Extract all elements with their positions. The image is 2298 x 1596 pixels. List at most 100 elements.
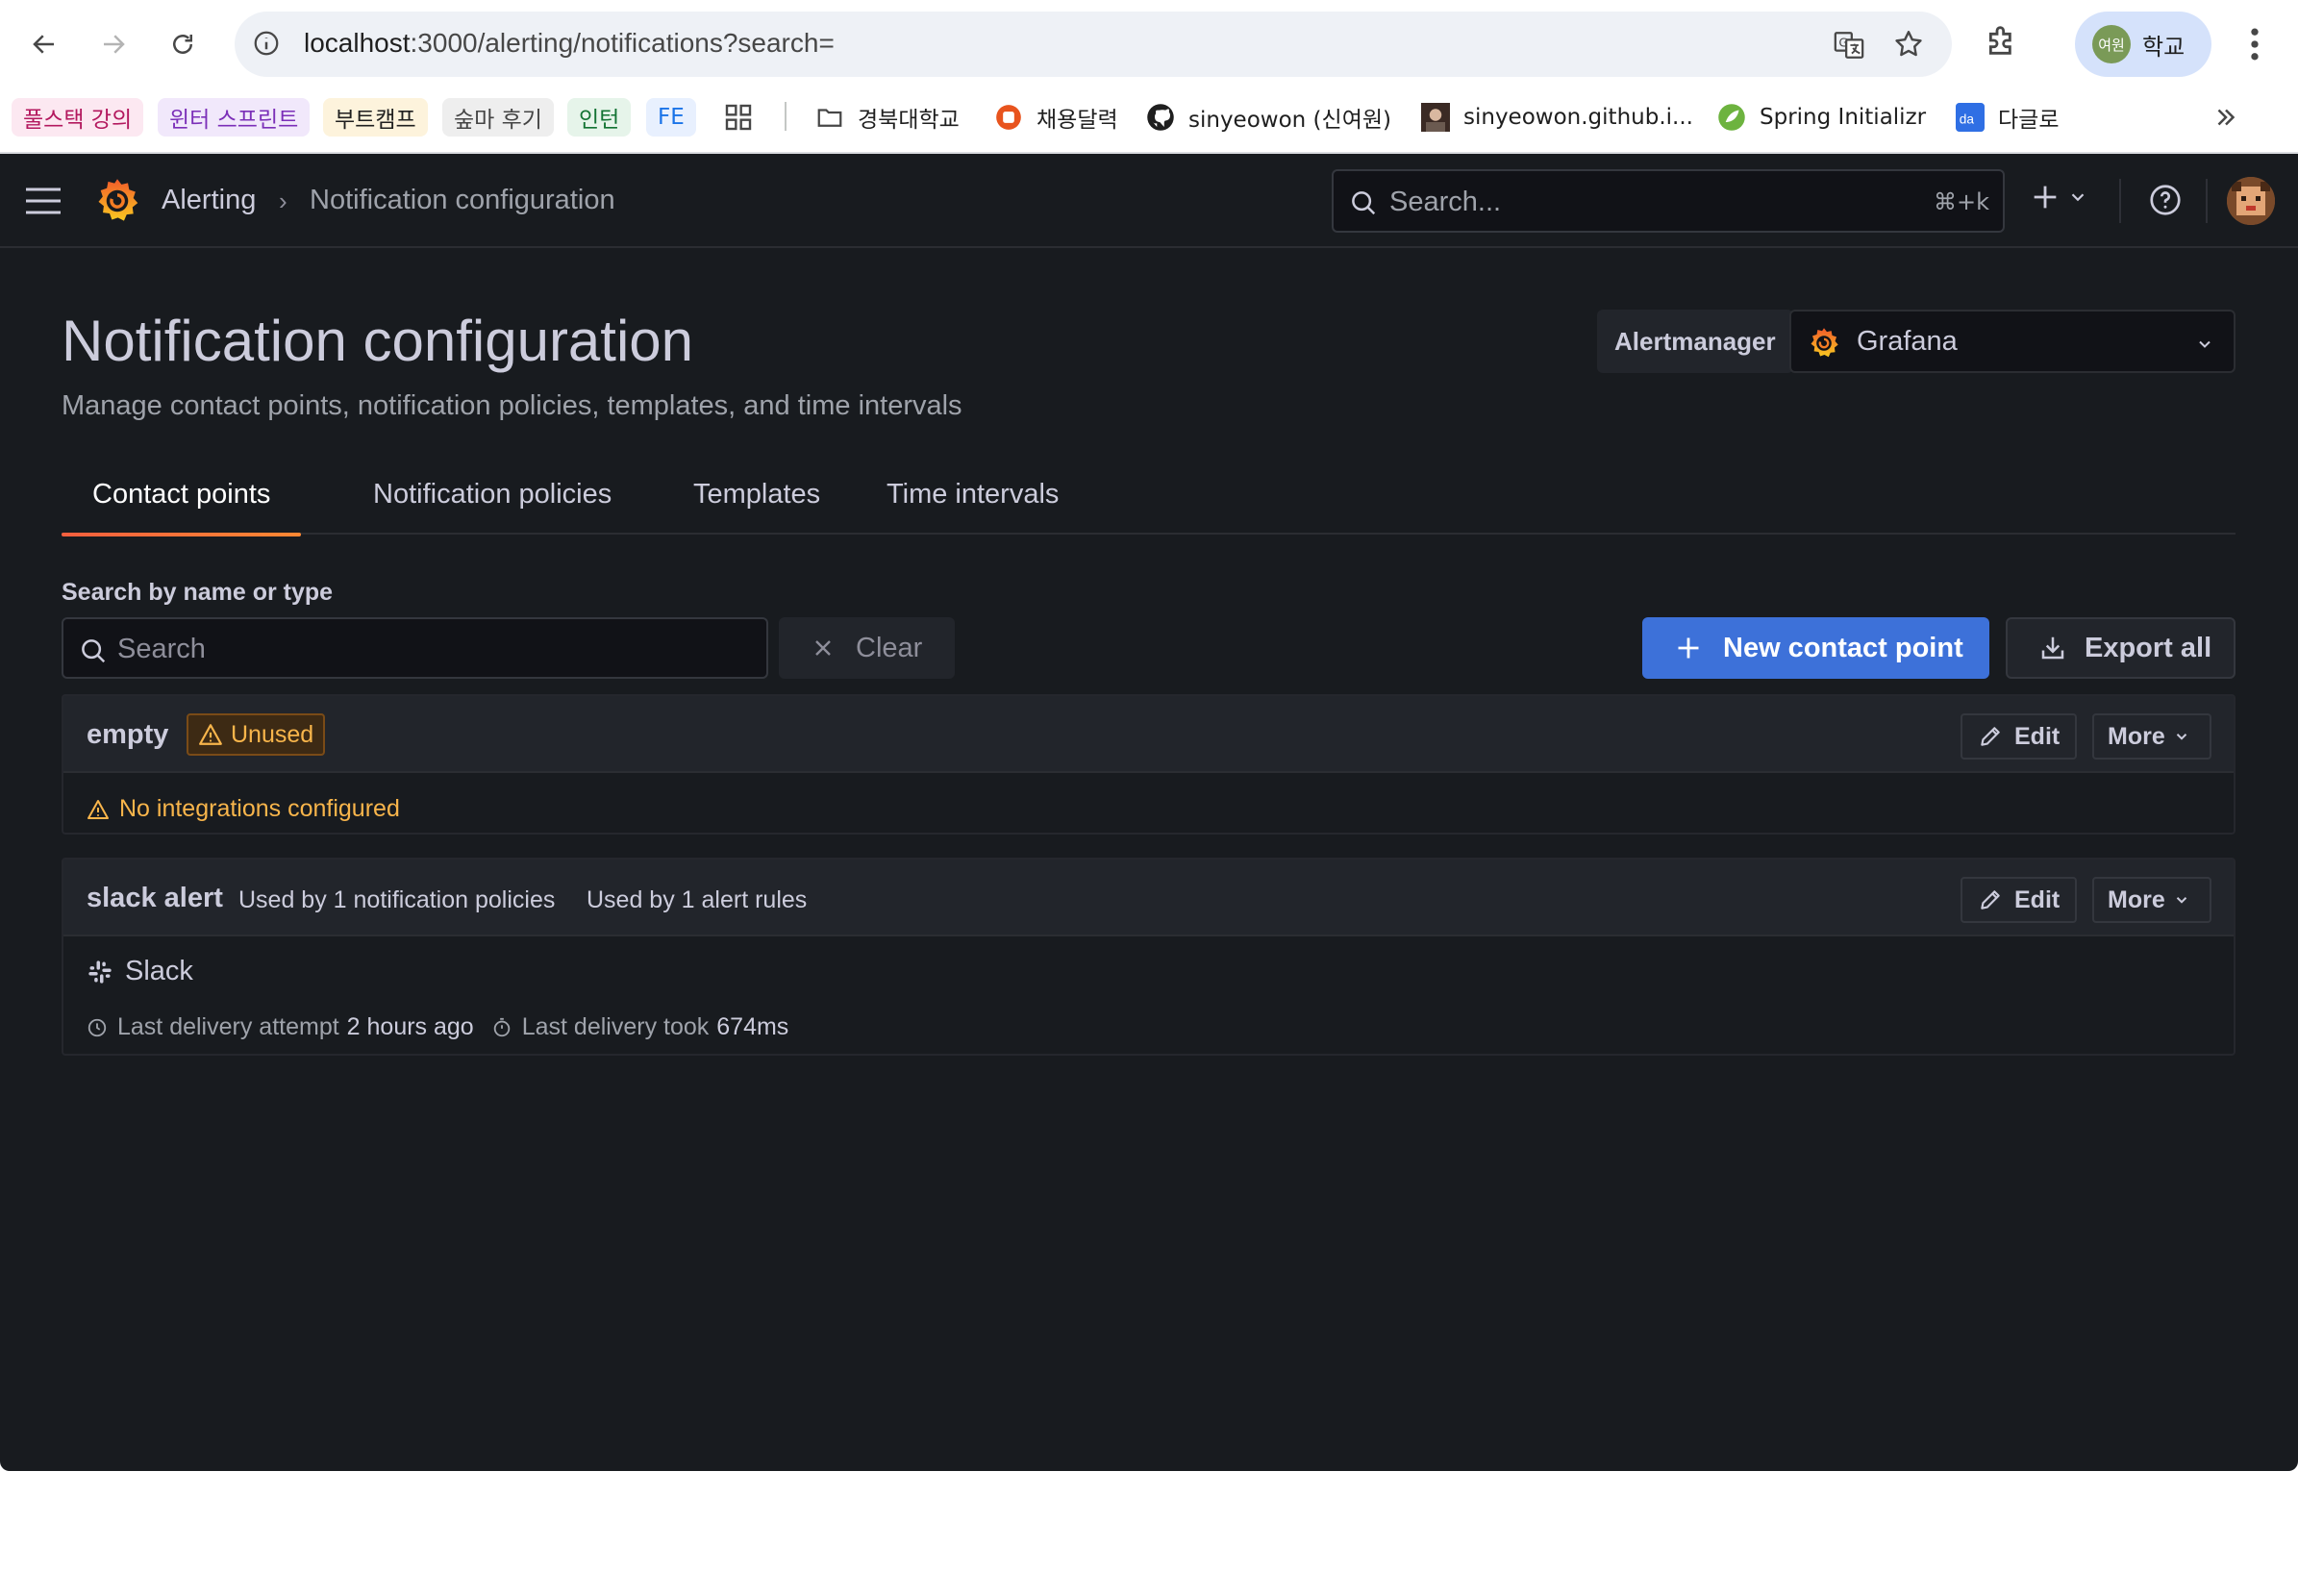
url-path: :3000/alerting/notifications?search= xyxy=(410,28,835,58)
search-icon xyxy=(1349,188,1378,217)
search-icon xyxy=(79,636,108,665)
tab-label: Contact points xyxy=(92,479,271,510)
bookmark-divider xyxy=(785,102,787,131)
tab-label: Templates xyxy=(693,479,821,510)
last-took-label: Last delivery took xyxy=(521,1013,710,1040)
arrow-left-icon xyxy=(33,35,54,54)
bookmark-item[interactable]: da 다글로 xyxy=(1956,98,2059,137)
breadcrumb-current: Notification configuration xyxy=(310,185,615,215)
apps-grid-icon[interactable] xyxy=(723,98,754,137)
divider xyxy=(2206,179,2208,223)
profile-button[interactable]: 여원 학교 xyxy=(2075,12,2211,77)
grafana-logo-icon[interactable] xyxy=(92,175,142,227)
reload-button[interactable] xyxy=(160,21,206,67)
last-attempt-value: 2 hours ago xyxy=(346,1013,474,1040)
hamburger-menu-icon[interactable] xyxy=(23,187,63,215)
back-button[interactable] xyxy=(21,21,67,67)
help-icon[interactable] xyxy=(2148,183,2183,217)
forward-button[interactable] xyxy=(90,21,137,67)
contact-point-card: empty Unused Edit More No integrations c… xyxy=(62,694,2236,835)
download-icon xyxy=(2041,636,2064,660)
bookmark-item[interactable]: 채용달력 xyxy=(994,98,1118,137)
badge-label: Unused xyxy=(231,720,314,748)
breadcrumb-chevron-icon: › xyxy=(279,187,287,215)
alertmanager-select[interactable]: Grafana xyxy=(1789,310,2236,373)
bookmark-chip-label: 인턴 xyxy=(579,108,620,133)
used-by-rules[interactable]: Used by 1 alert rules xyxy=(587,886,807,914)
svg-text:da: da xyxy=(1960,112,1975,126)
new-contact-point-button[interactable]: New contact point xyxy=(1642,617,1989,679)
bookmark-label: Spring Initializr xyxy=(1760,105,1927,130)
avatar: 여원 xyxy=(2092,25,2131,63)
edit-label: Edit xyxy=(2014,722,2061,750)
breadcrumb-alerting[interactable]: Alerting xyxy=(162,185,256,216)
edit-button[interactable]: Edit xyxy=(1961,877,2077,923)
delivery-info: Last delivery attempt 2 hours ago Last d… xyxy=(87,1013,788,1041)
bookmark-label: 경북대학교 xyxy=(858,108,960,133)
last-attempt-label: Last delivery attempt xyxy=(117,1013,339,1040)
bookmark-item[interactable]: sinyeowon.github.i... xyxy=(1421,98,1693,137)
more-label: More xyxy=(2108,885,2165,913)
bookmark-group-chip[interactable]: 윈터 스프린트 xyxy=(158,98,311,137)
more-bookmarks-chevron-icon[interactable] xyxy=(2211,98,2240,137)
search-label: Search by name or type xyxy=(62,579,334,606)
chevron-down-icon xyxy=(2176,897,2186,904)
profile-name: 학교 xyxy=(2142,33,2186,61)
card-header: slack alert Used by 1 notification polic… xyxy=(63,860,2234,936)
bookmark-group-chip[interactable]: 부트캠프 xyxy=(323,98,428,137)
contact-point-name: slack alert xyxy=(87,883,223,913)
bookmark-group-chip[interactable]: 풀스택 강의 xyxy=(12,98,144,137)
bookmark-item[interactable]: Spring Initializr xyxy=(1717,98,1926,137)
tab-notification-policies[interactable]: Notification policies xyxy=(342,471,642,535)
daglo-icon: da xyxy=(1956,103,1985,132)
edit-button[interactable]: Edit xyxy=(1961,713,2077,760)
tab-bar: Contact points Notification policies Tem… xyxy=(62,461,2236,536)
warning-icon xyxy=(87,799,109,819)
more-label: More xyxy=(2108,722,2165,750)
bookmark-label: sinyeowon.github.i... xyxy=(1463,105,1693,130)
github-icon xyxy=(1146,103,1175,132)
clear-button[interactable]: Clear xyxy=(779,617,955,679)
url-text[interactable]: localhost:3000/alerting/notifications?se… xyxy=(304,28,835,59)
more-button[interactable]: More xyxy=(2092,713,2211,760)
new-dropdown-button[interactable] xyxy=(2029,181,2088,213)
folder-icon xyxy=(815,103,844,132)
page-title: Notification configuration xyxy=(62,309,694,373)
bookmark-label: 다글로 xyxy=(1998,108,2060,133)
address-bar[interactable]: localhost:3000/alerting/notifications?se… xyxy=(235,12,1952,77)
site-info-icon[interactable] xyxy=(252,29,281,58)
reload-icon xyxy=(173,35,192,54)
stopwatch-icon xyxy=(493,1017,510,1036)
global-search-input[interactable]: Search... ⌘+k xyxy=(1332,169,2005,233)
bookmark-group-chip[interactable]: FE xyxy=(646,98,696,137)
pencil-icon xyxy=(1981,727,2000,746)
bookmark-item[interactable]: 경북대학교 xyxy=(815,98,960,137)
search-input[interactable]: Search xyxy=(62,617,768,679)
keyboard-shortcut: ⌘+k xyxy=(1933,188,1989,215)
warning-icon xyxy=(199,724,222,745)
bookmark-chip-label: 숲마 후기 xyxy=(454,108,542,133)
extensions-icon[interactable] xyxy=(1983,21,2021,60)
warning-text: No integrations configured xyxy=(119,795,400,822)
kebab-menu-icon[interactable] xyxy=(2240,23,2269,65)
more-button[interactable]: More xyxy=(2092,877,2211,923)
clear-label: Clear xyxy=(856,632,923,663)
tab-contact-points[interactable]: Contact points xyxy=(62,471,302,536)
bookmark-star-icon[interactable] xyxy=(1892,28,1925,61)
bookmark-item[interactable]: sinyeowon (신여원) xyxy=(1146,98,1391,137)
bookmark-group-chip[interactable]: 인턴 xyxy=(567,98,632,137)
profile-photo-icon xyxy=(1421,103,1450,132)
tab-time-intervals[interactable]: Time intervals xyxy=(856,471,1089,535)
search-placeholder: Search... xyxy=(1389,187,1502,217)
clock-icon xyxy=(87,1018,107,1036)
tab-label: Notification policies xyxy=(373,479,612,510)
translate-icon[interactable]: G xyxy=(1833,29,1865,62)
contact-point-name: empty xyxy=(87,719,169,750)
tab-templates[interactable]: Templates xyxy=(662,471,851,535)
used-by-policies[interactable]: Used by 1 notification policies xyxy=(238,886,555,914)
export-all-button[interactable]: Export all xyxy=(2006,617,2236,679)
bookmark-group-chip[interactable]: 숲마 후기 xyxy=(442,98,554,137)
grafana-logo-icon xyxy=(1807,326,1841,361)
bookmarks-bar: 풀스택 강의 윈터 스프린트 부트캠프 숲마 후기 인턴 FE 경북대학교 채용… xyxy=(0,88,2298,154)
user-avatar[interactable] xyxy=(2227,177,2275,225)
